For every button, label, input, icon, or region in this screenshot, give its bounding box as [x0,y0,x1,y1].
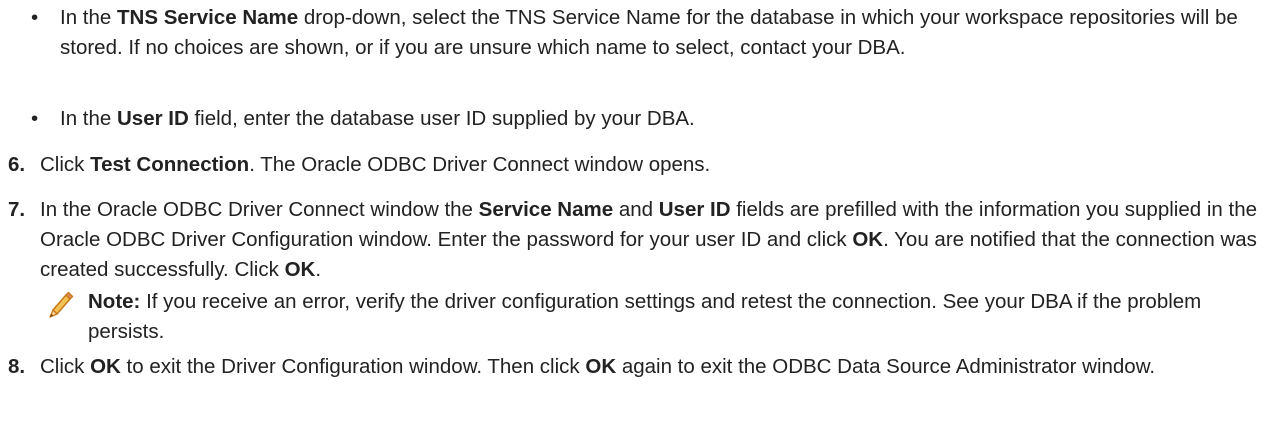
note-body: Note: If you receive an error, verify th… [88,287,1250,347]
step-body: Click Test Connection. The Oracle ODBC D… [40,153,711,176]
step-6: 6. Click Test Connection. The Oracle ODB… [8,150,1258,180]
bullet: • [31,6,39,29]
ui-term: Test Connection [90,153,250,176]
ui-term: OK [284,258,316,281]
ui-term: OK [90,355,121,378]
note-label: Note: [88,290,141,313]
note-callout: Note: If you receive an error, verify th… [49,287,1250,347]
text: field, enter the database user ID suppli… [188,107,695,130]
step-body: Click OK to exit the Driver Configuratio… [40,355,1156,378]
list-item-user-id: • In the User ID field, enter the databa… [31,104,1250,134]
ui-term: User ID [658,198,731,221]
step-8: 8. Click OK to exit the Driver Configura… [8,352,1258,382]
pencil-icon [46,289,76,319]
ui-term: OK [585,355,617,378]
text: In the [60,6,117,29]
ui-term: User ID [117,107,189,130]
list-item-tns-service-name: • In the TNS Service Name drop-down, sel… [31,3,1250,63]
step-number: 6. [8,153,26,176]
step-7: 7. In the Oracle ODBC Driver Connect win… [8,195,1258,285]
step-number: 8. [8,355,26,378]
step-number: 7. [8,198,26,221]
bullet: • [31,107,39,130]
text: In the [60,107,117,130]
step-body: In the Oracle ODBC Driver Connect window… [40,198,1257,281]
ui-term: TNS Service Name [117,6,299,29]
note-text: If you receive an error, verify the driv… [88,290,1202,343]
ui-term: Service Name [478,198,614,221]
ui-term: OK [852,228,884,251]
document-page: • In the TNS Service Name drop-down, sel… [0,0,1269,435]
